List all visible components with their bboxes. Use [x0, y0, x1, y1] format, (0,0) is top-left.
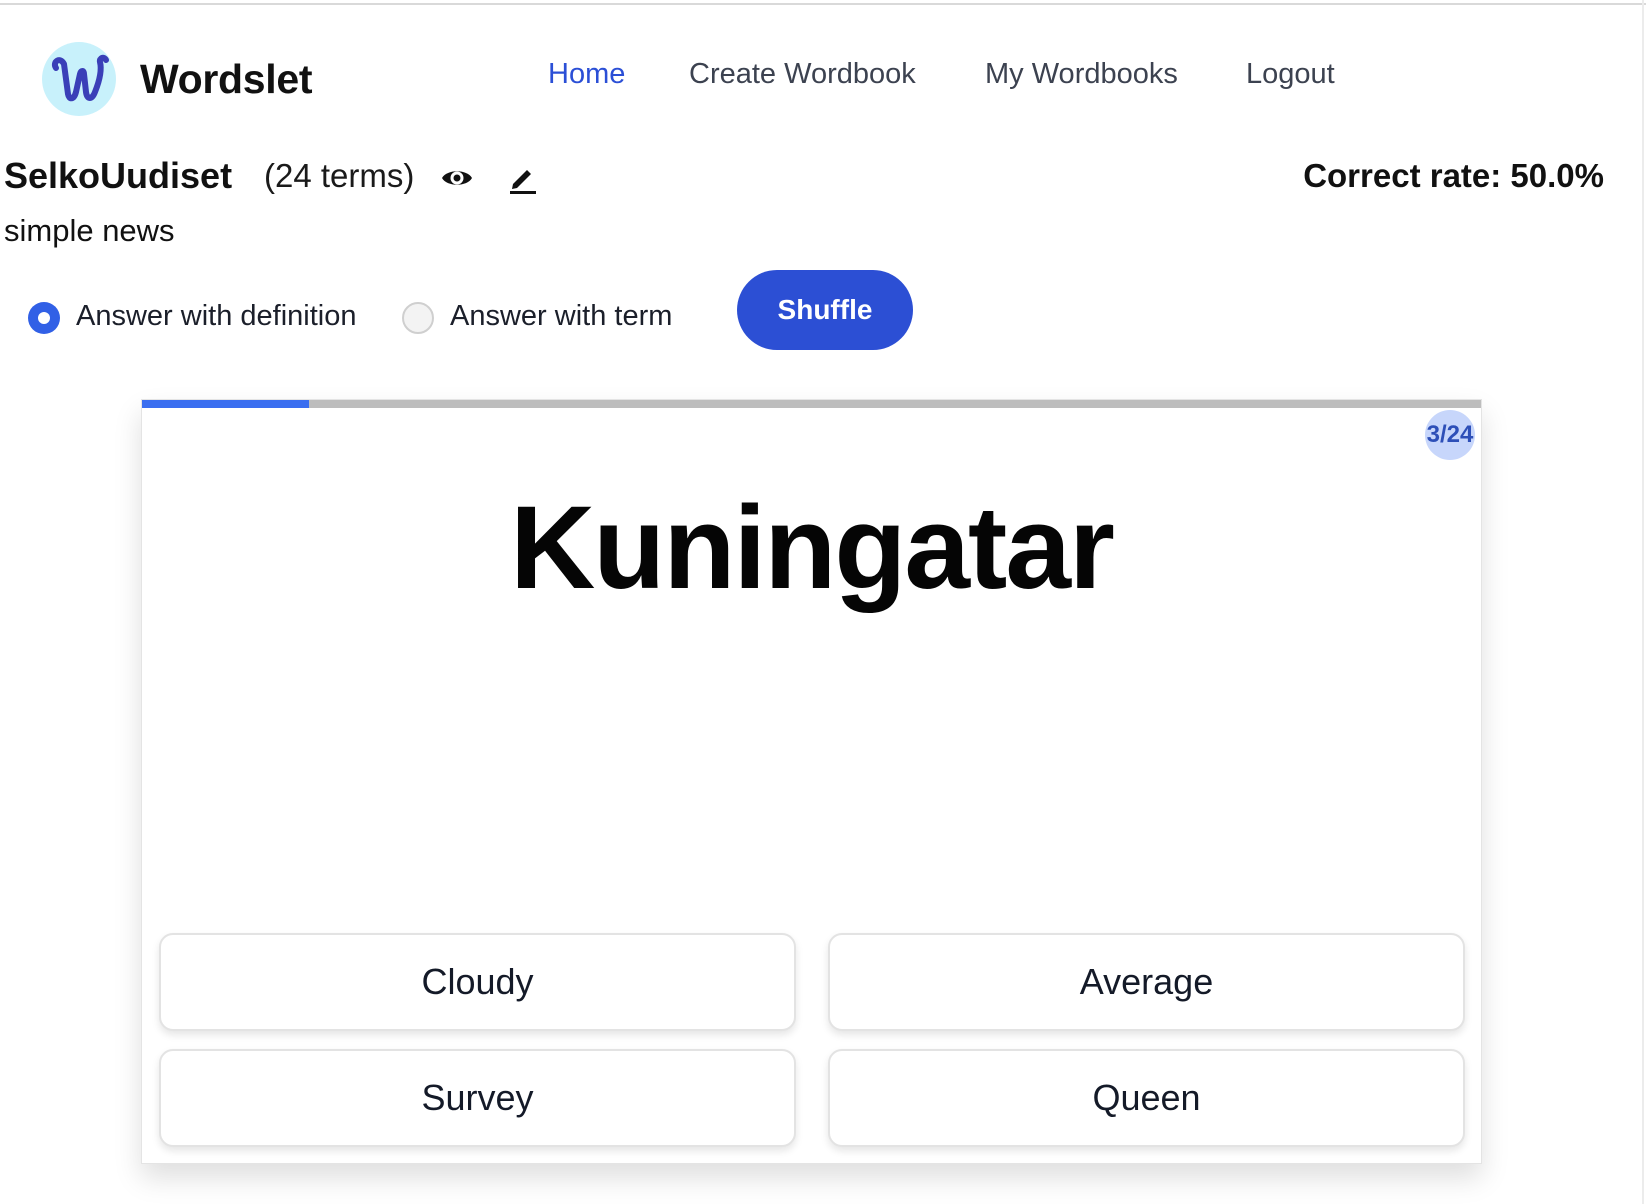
progress-bar: [142, 400, 1481, 408]
radio-label-definition[interactable]: Answer with definition: [76, 300, 356, 333]
progress-bar-fill: [142, 400, 310, 408]
choice-button-1[interactable]: Cloudy: [159, 933, 796, 1031]
nav-create-wordbook[interactable]: Create Wordbook: [689, 58, 916, 91]
choice-button-3[interactable]: Survey: [159, 1049, 796, 1147]
quiz-card: 3/24 Kuningatar Cloudy Average Survey Qu…: [141, 399, 1482, 1164]
radio-answer-with-term[interactable]: [402, 302, 434, 334]
choice-button-4[interactable]: Queen: [828, 1049, 1465, 1147]
nav-home[interactable]: Home: [548, 58, 625, 91]
question-counter-badge: 3/24: [1425, 410, 1475, 460]
wordbook-title: SelkoUudiset: [4, 155, 233, 196]
pencil-icon[interactable]: [505, 160, 541, 196]
correct-rate: Correct rate: 50.0%: [1303, 157, 1604, 194]
radio-answer-with-definition[interactable]: [28, 302, 60, 334]
term-count: (24 terms): [264, 157, 415, 194]
main-nav: Home Create Wordbook My Wordbooks Logout: [0, 58, 1646, 98]
window-top-border: [0, 0, 1646, 5]
page: Wordslet Home Create Wordbook My Wordboo…: [0, 0, 1646, 1204]
quiz-term: Kuningatar: [510, 482, 1115, 614]
choice-button-2[interactable]: Average: [828, 933, 1465, 1031]
radio-label-term[interactable]: Answer with term: [450, 300, 672, 333]
eye-icon[interactable]: [439, 160, 475, 196]
wordbook-description: simple news: [4, 213, 175, 248]
shuffle-button[interactable]: Shuffle: [737, 270, 913, 350]
nav-my-wordbooks[interactable]: My Wordbooks: [985, 58, 1178, 91]
nav-logout[interactable]: Logout: [1246, 58, 1335, 91]
scrollbar-track: [1642, 0, 1644, 1204]
